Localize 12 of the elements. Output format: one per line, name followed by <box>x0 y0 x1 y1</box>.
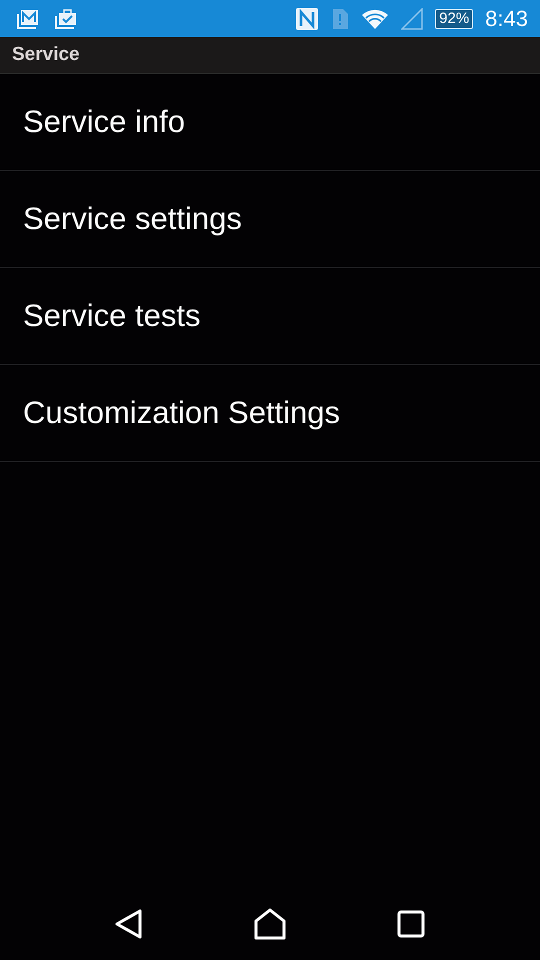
sim-alert-icon <box>331 6 350 30</box>
nfc-icon <box>295 6 320 30</box>
menu-item[interactable]: Service settings <box>23 201 242 237</box>
clipboard-check-icon <box>54 8 78 30</box>
menu-item[interactable]: Service info <box>23 104 185 140</box>
menu-item[interactable]: Service tests <box>23 298 200 334</box>
clock: 8:43 <box>485 6 528 32</box>
signal-icon <box>401 8 424 30</box>
menu-item[interactable]: Customization Settings <box>23 395 340 431</box>
mail-icon <box>16 8 40 30</box>
battery-icon: 92% <box>435 8 474 28</box>
screen-title: Service <box>12 44 80 66</box>
